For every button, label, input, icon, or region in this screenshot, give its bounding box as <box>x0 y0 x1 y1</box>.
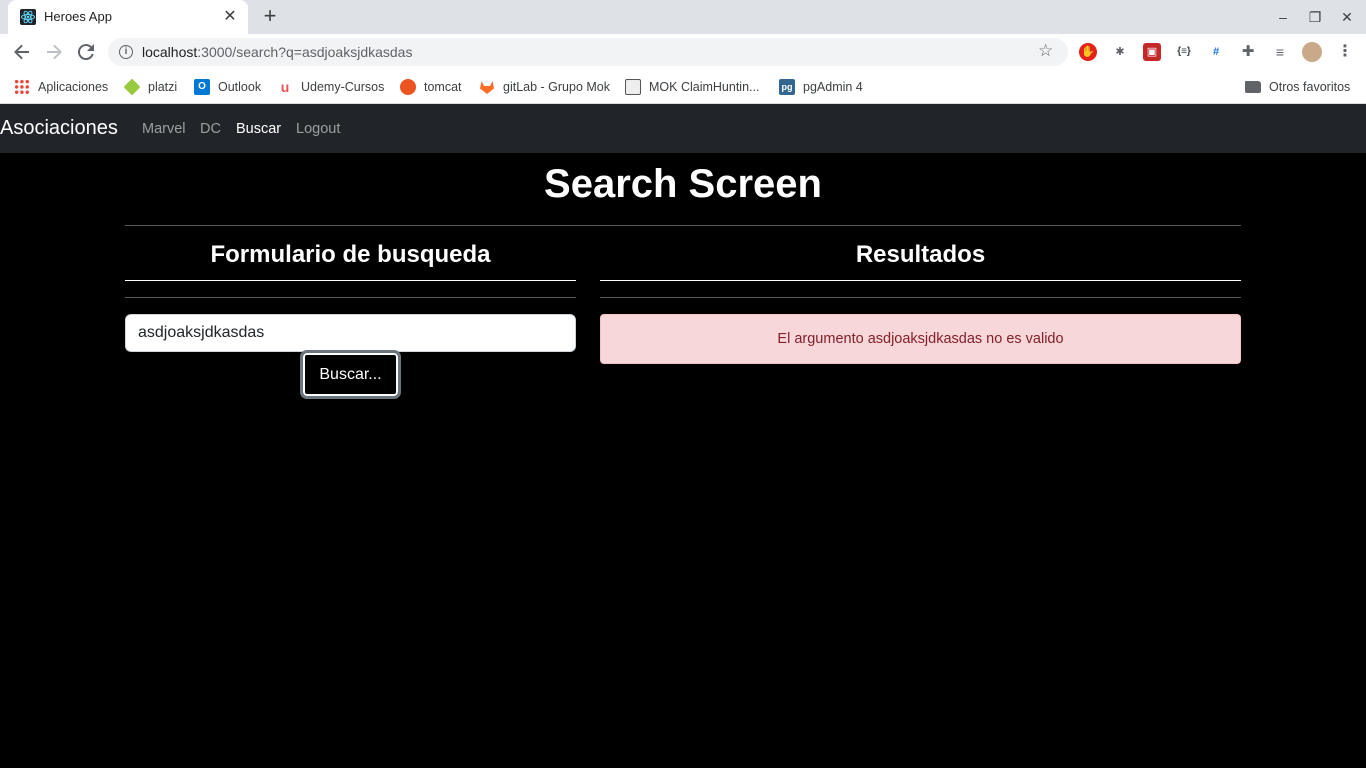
window-close-icon[interactable]: ✕ <box>1338 8 1356 26</box>
error-alert: El argumento asdjoaksjdkasdas no es vali… <box>600 314 1241 364</box>
bookmark-mok-claimhunting[interactable]: MOK ClaimHuntin... <box>625 78 759 96</box>
back-icon[interactable] <box>10 40 34 64</box>
navbar-brand[interactable]: Asociaciones <box>0 117 118 140</box>
minimize-icon[interactable]: – <box>1274 8 1292 26</box>
menu-kebab-icon[interactable]: ⋮ <box>1336 43 1354 61</box>
platzi-icon <box>123 78 141 96</box>
tomcat-icon <box>400 79 416 95</box>
star-icon[interactable]: ☆ <box>1038 41 1053 61</box>
browser-tabstrip: Heroes App ✕ + – ❐ ✕ <box>0 0 1366 34</box>
extension-red-icon[interactable]: ▣ <box>1143 43 1161 61</box>
title-divider <box>125 225 1241 226</box>
extensions-puzzle-icon[interactable]: ✚ <box>1239 43 1257 61</box>
search-input[interactable] <box>125 314 576 352</box>
react-icon <box>20 9 36 25</box>
apps-grid-icon <box>14 79 30 95</box>
app-navbar: Asociaciones Marvel DC Buscar Logout <box>0 104 1366 153</box>
folder-icon <box>1245 81 1261 93</box>
bookmark-other-favorites[interactable]: Otros favoritos <box>1245 78 1350 96</box>
grid-icon[interactable]: # <box>1207 43 1225 61</box>
bookmark-apps[interactable]: Aplicaciones <box>14 78 108 96</box>
url-text: localhost:3000/search?q=asdjoaksjdkasdas <box>142 44 413 60</box>
bookmark-tomcat[interactable]: tomcat <box>400 78 462 96</box>
nav-link-marvel[interactable]: Marvel <box>142 121 186 137</box>
restore-icon[interactable]: ❐ <box>1306 8 1324 26</box>
nav-link-logout[interactable]: Logout <box>296 121 340 137</box>
browser-tab[interactable]: Heroes App ✕ <box>8 0 248 34</box>
bookmark-outlook[interactable]: O Outlook <box>194 78 261 96</box>
pgadmin-icon: pg <box>779 79 795 95</box>
nav-link-dc[interactable]: DC <box>200 121 221 137</box>
bookmark-platzi[interactable]: platzi <box>123 78 177 96</box>
bookmarks-bar: Aplicaciones platzi O Outlook u Udemy-Cu… <box>0 70 1366 104</box>
udemy-icon: u <box>280 79 290 95</box>
form-title: Formulario de busqueda <box>210 241 491 268</box>
bookmark-gitlab[interactable]: gitLab - Grupo Mok <box>479 78 610 96</box>
results-title: Resultados <box>855 241 986 268</box>
address-bar[interactable]: i localhost:3000/search?q=asdjoaksjdkasd… <box>108 38 1068 66</box>
json-icon[interactable]: {≡} <box>1175 43 1193 61</box>
bookmark-udemy[interactable]: u Udemy-Cursos <box>277 78 385 96</box>
nav-link-buscar[interactable]: Buscar <box>236 121 281 137</box>
tab-close-icon[interactable]: ✕ <box>222 9 238 25</box>
form-divider <box>125 297 576 298</box>
form-title-underline <box>125 280 576 281</box>
media-queue-icon[interactable]: ≡ <box>1271 43 1289 61</box>
info-icon[interactable]: i <box>119 45 133 59</box>
page-title: Search Screen <box>544 162 822 206</box>
results-title-underline <box>600 280 1241 281</box>
profile-avatar[interactable] <box>1302 42 1322 62</box>
new-tab-button[interactable]: + <box>258 5 282 29</box>
adblock-icon[interactable]: ✋ <box>1079 43 1097 61</box>
forward-icon[interactable] <box>42 40 66 64</box>
gitlab-icon <box>479 79 495 95</box>
reload-icon[interactable] <box>74 40 98 64</box>
results-divider <box>600 297 1241 298</box>
browser-toolbar: i localhost:3000/search?q=asdjoaksjdkasd… <box>0 34 1366 70</box>
bug-icon[interactable]: ✱ <box>1111 43 1129 61</box>
image-icon <box>625 79 641 95</box>
tab-title: Heroes App <box>44 9 112 24</box>
search-button[interactable]: Buscar... <box>300 350 401 399</box>
outlook-icon: O <box>194 79 210 95</box>
bookmark-pgadmin[interactable]: pg pgAdmin 4 <box>779 78 863 96</box>
